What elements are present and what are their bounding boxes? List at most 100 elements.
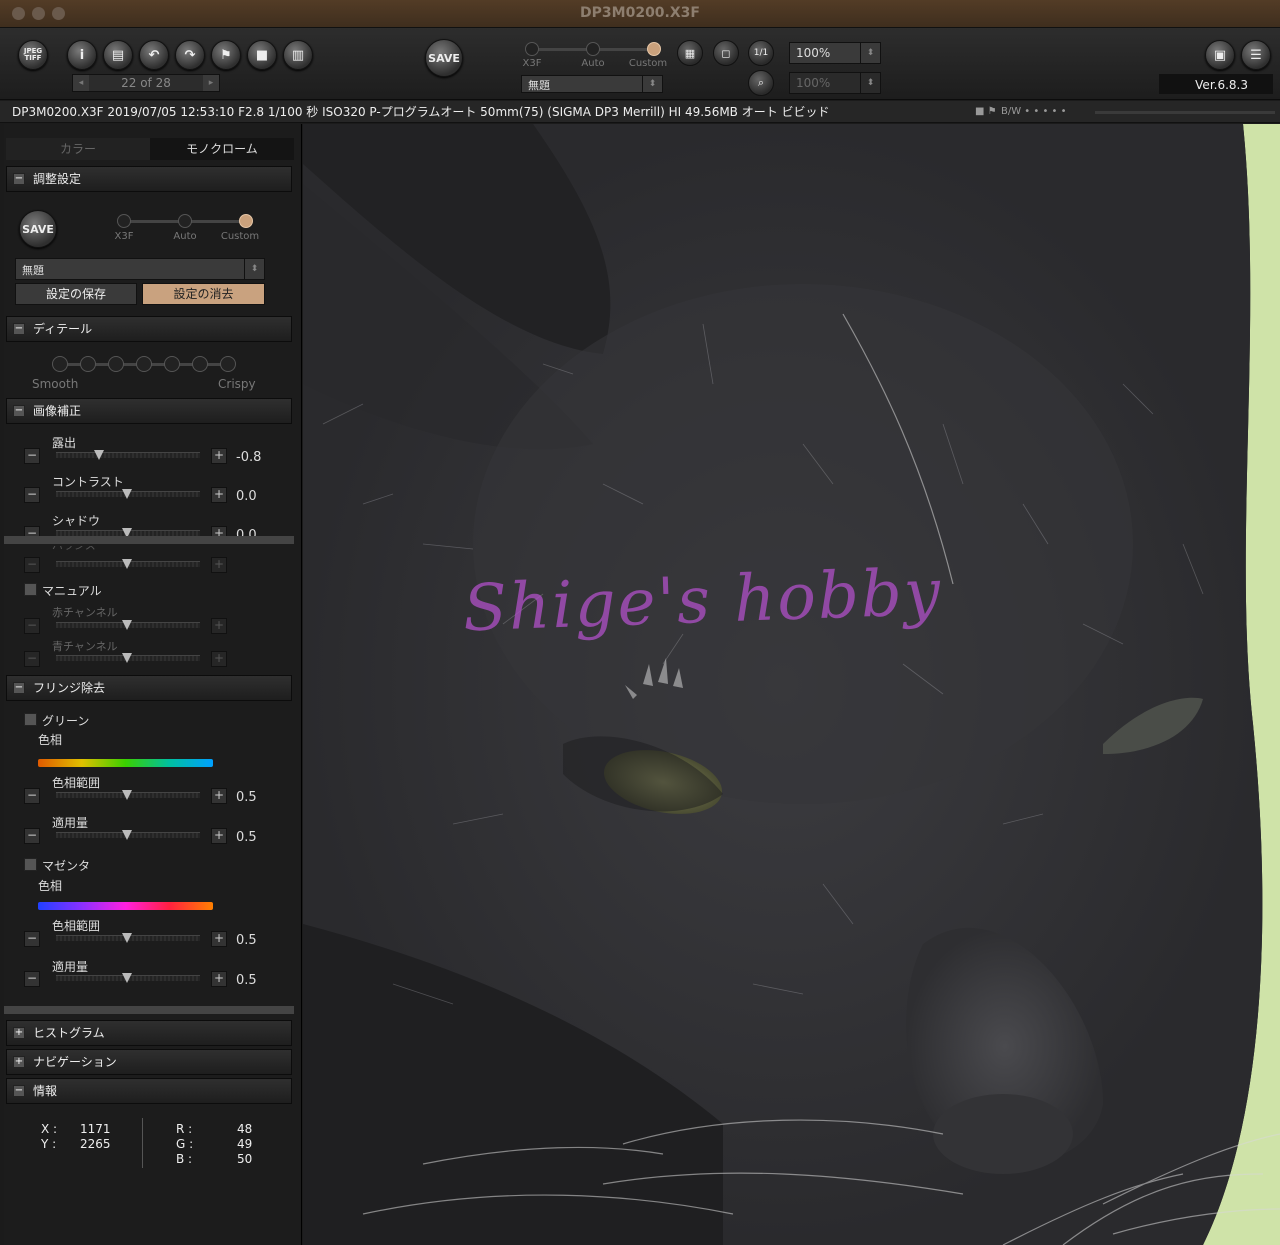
magenta-range-thumb[interactable] <box>122 933 132 943</box>
stamp-button[interactable]: ▤ <box>103 40 133 70</box>
prev-image-button[interactable]: ◂ <box>73 75 89 91</box>
preset-select[interactable]: 無題 ⬍ <box>521 75 663 93</box>
green-range-increase-button[interactable]: + <box>211 788 227 804</box>
expand-icon[interactable]: + <box>13 1027 25 1039</box>
exposure-decrease-button[interactable]: − <box>24 448 40 464</box>
magenta-fringe-checkbox[interactable] <box>24 858 37 871</box>
mode-label-x3f: X3F <box>522 58 542 69</box>
magenta-hue-bar[interactable] <box>38 902 213 910</box>
zoom-secondary-value: 100% <box>796 76 831 90</box>
cat-photo <box>303 124 1280 1245</box>
rotate-left-button[interactable]: ↶ <box>139 40 169 70</box>
section-navigation-header[interactable]: + ナビゲーション <box>6 1049 292 1075</box>
tab-monochrome[interactable]: モノクローム <box>150 138 294 160</box>
save-settings-button[interactable]: 設定の保存 <box>15 283 137 305</box>
section-info-title: 情報 <box>33 1084 58 1098</box>
jpeg-tiff-export-button[interactable]: JPEG TIFF <box>18 40 48 70</box>
settings-button[interactable]: ☰ <box>1241 40 1271 70</box>
mode-knob-x3f[interactable] <box>525 42 539 56</box>
contrast-decrease-button[interactable]: − <box>24 487 40 503</box>
exposure-thumb[interactable] <box>94 450 104 460</box>
section-adjust-header[interactable]: − 調整設定 <box>6 166 292 192</box>
red-decrease-button[interactable]: − <box>24 618 40 634</box>
magenta-range-increase-button[interactable]: + <box>211 931 227 947</box>
section-image-correction-header[interactable]: − 画像補正 <box>6 398 292 424</box>
zoom-secondary-field[interactable]: 100% ⬍ <box>789 72 881 94</box>
delete-settings-button[interactable]: 設定の消去 <box>142 283 265 305</box>
green-range-decrease-button[interactable]: − <box>24 788 40 804</box>
detail-crispy-label: Crispy <box>218 377 256 391</box>
green-hue-bar[interactable] <box>38 759 213 767</box>
magenta-amount-increase-button[interactable]: + <box>211 971 227 987</box>
red-channel-thumb[interactable] <box>122 620 132 630</box>
red-channel-label: 赤チャンネル <box>52 606 118 619</box>
one-to-one-button[interactable]: 1/1 <box>748 40 774 66</box>
adjust-knob-x3f[interactable] <box>117 214 131 228</box>
color-mode-tabs: カラー モノクローム <box>6 138 294 160</box>
rotate-right-button[interactable]: ↷ <box>175 40 205 70</box>
collapse-icon[interactable]: − <box>13 405 25 417</box>
balance-decrease-button[interactable]: − <box>24 557 40 573</box>
collapse-icon[interactable]: − <box>13 173 25 185</box>
green-range-thumb[interactable] <box>122 790 132 800</box>
sidebar-preset-select[interactable]: 無題 ⬍ <box>15 258 265 280</box>
jpeg-tiff-icon: JPEG TIFF <box>23 47 43 62</box>
info-divider <box>142 1118 143 1168</box>
expand-icon[interactable]: + <box>13 1056 25 1068</box>
detail-step-2[interactable] <box>80 356 96 372</box>
detail-step-3[interactable] <box>108 356 124 372</box>
mode-knob-auto[interactable] <box>586 42 600 56</box>
balance-increase-button[interactable]: + <box>211 557 227 573</box>
detail-step-7[interactable] <box>220 356 236 372</box>
green-range-value: 0.5 <box>236 790 257 805</box>
section-fringe-header[interactable]: − フリンジ除去 <box>6 675 292 701</box>
magenta-range-decrease-button[interactable]: − <box>24 931 40 947</box>
image-view-button[interactable]: ▣ <box>1205 40 1235 70</box>
trash-button[interactable]: ▥ <box>283 40 313 70</box>
fit-screen-button[interactable]: ◻ <box>713 40 739 66</box>
adjust-knob-custom[interactable] <box>239 214 253 228</box>
collapse-icon[interactable]: − <box>13 1085 25 1097</box>
blue-increase-button[interactable]: + <box>211 651 227 667</box>
image-viewer[interactable]: Shige's hobby <box>303 124 1280 1245</box>
loupe-button[interactable]: ⌕ <box>748 70 774 96</box>
collapse-icon[interactable]: − <box>13 682 25 694</box>
fit-icon: ◻ <box>721 46 731 60</box>
flag-button[interactable]: ⚑ <box>211 40 241 70</box>
blue-decrease-button[interactable]: − <box>24 651 40 667</box>
red-increase-button[interactable]: + <box>211 618 227 634</box>
detail-step-6[interactable] <box>192 356 208 372</box>
scroll-divider-bottom <box>4 1006 294 1014</box>
green-amount-increase-button[interactable]: + <box>211 828 227 844</box>
mode-knob-custom[interactable] <box>647 42 661 56</box>
contrast-increase-button[interactable]: + <box>211 487 227 503</box>
next-image-button[interactable]: ▸ <box>203 75 219 91</box>
detail-step-1[interactable] <box>52 356 68 372</box>
magenta-amount-thumb[interactable] <box>122 973 132 983</box>
green-amount-thumb[interactable] <box>122 830 132 840</box>
sidebar-save-button[interactable]: SAVE <box>19 210 57 248</box>
lock-button[interactable]: ■ <box>247 40 277 70</box>
info-button[interactable]: i <box>67 40 97 70</box>
exposure-slider[interactable] <box>56 452 200 458</box>
compare-button[interactable]: ▦ <box>677 40 703 66</box>
exposure-increase-button[interactable]: + <box>211 448 227 464</box>
green-fringe-checkbox[interactable] <box>24 713 37 726</box>
section-detail-header[interactable]: − ディテール <box>6 316 292 342</box>
section-histogram-header[interactable]: + ヒストグラム <box>6 1020 292 1046</box>
section-info-header[interactable]: − 情報 <box>6 1078 292 1104</box>
tab-color[interactable]: カラー <box>6 138 150 160</box>
green-amount-decrease-button[interactable]: − <box>24 828 40 844</box>
detail-step-5[interactable] <box>164 356 180 372</box>
adjust-knob-auto[interactable] <box>178 214 192 228</box>
detail-step-4[interactable] <box>136 356 152 372</box>
magenta-amount-decrease-button[interactable]: − <box>24 971 40 987</box>
blue-channel-thumb[interactable] <box>122 653 132 663</box>
collapse-icon[interactable]: − <box>13 323 25 335</box>
balance-thumb[interactable] <box>122 559 132 569</box>
contrast-thumb[interactable] <box>122 489 132 499</box>
zoom-field[interactable]: 100% ⬍ <box>789 42 881 64</box>
manual-checkbox[interactable] <box>24 583 37 596</box>
section-navigation-title: ナビゲーション <box>33 1055 117 1069</box>
save-button[interactable]: SAVE <box>425 39 463 77</box>
